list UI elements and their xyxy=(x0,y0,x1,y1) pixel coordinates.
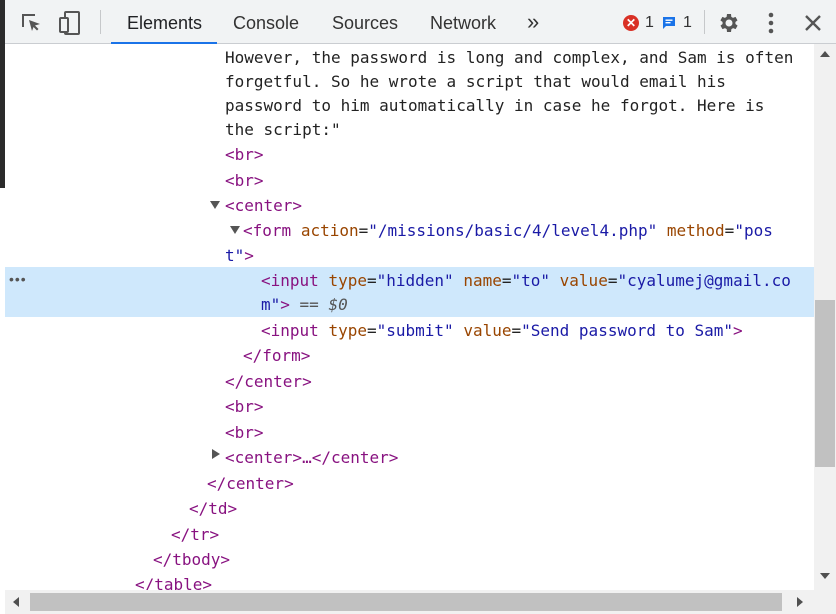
name-attr: name xyxy=(463,271,502,290)
type-attr: type xyxy=(328,321,367,340)
error-count: 1 xyxy=(645,14,654,31)
scroll-right-arrow-icon[interactable] xyxy=(797,597,803,607)
table-close-node[interactable]: </table> xyxy=(135,572,814,590)
close-icon[interactable] xyxy=(800,10,826,36)
tbody-close-node[interactable]: </tbody> xyxy=(153,547,814,572)
action-value: "/missions/basic/4/level4.php" xyxy=(368,221,658,240)
method-value: "pos xyxy=(734,221,773,240)
more-tabs-button[interactable]: » xyxy=(527,0,539,43)
error-counter[interactable]: ✕ 1 xyxy=(623,13,654,33)
value-attr: value xyxy=(463,321,512,340)
value-attr: value xyxy=(559,271,608,290)
text-node-line: forgetful. So he wrote a script that wou… xyxy=(225,72,726,91)
br-node[interactable]: <br> xyxy=(225,394,814,419)
method-value-cont: t" xyxy=(225,246,245,265)
input-hidden-node-wrap[interactable]: m"> == $0 xyxy=(261,292,814,317)
settings-gear-icon[interactable] xyxy=(716,10,742,36)
message-icon xyxy=(663,17,675,29)
submit-value: "Send password to Sam" xyxy=(521,321,734,340)
tag-end: > xyxy=(733,321,743,340)
collapse-arrow-icon[interactable] xyxy=(212,449,220,459)
br-node[interactable]: <br> xyxy=(225,142,814,167)
td-close-node[interactable]: </td> xyxy=(189,496,814,521)
tab-console[interactable]: Console xyxy=(233,0,299,43)
tr-close-node[interactable]: </tr> xyxy=(171,522,814,547)
devtools-toolbar: Elements Console Sources Network » ✕ 1 1 xyxy=(5,0,836,44)
node-actions-dots[interactable]: ••• xyxy=(9,271,27,287)
form-tag: <form xyxy=(243,221,292,240)
action-attr: action xyxy=(300,221,359,240)
text-node-line: However, the password is long and comple… xyxy=(225,48,794,67)
form-node-wrap[interactable]: t"> xyxy=(225,243,814,268)
device-toolbar-icon[interactable] xyxy=(57,10,83,36)
text-node-line: the script:" xyxy=(225,120,341,139)
center-close-node[interactable]: </center> xyxy=(207,471,814,496)
horizontal-scrollbar-thumb[interactable] xyxy=(30,593,782,611)
tab-sources[interactable]: Sources xyxy=(332,0,398,43)
type-value: "submit" xyxy=(376,321,454,340)
center-node[interactable]: <center> xyxy=(225,193,814,218)
toolbar-separator xyxy=(100,10,101,34)
method-attr: method xyxy=(666,221,725,240)
scroll-left-arrow-icon[interactable] xyxy=(13,597,19,607)
error-icon: ✕ xyxy=(623,15,639,31)
br-node[interactable]: <br> xyxy=(225,420,814,445)
tab-elements[interactable]: Elements xyxy=(111,0,217,44)
collapsed-center-node[interactable]: <center>…</center> xyxy=(225,445,814,470)
type-attr: type xyxy=(328,271,367,290)
tab-network[interactable]: Network xyxy=(430,0,496,43)
input-tag: <input xyxy=(261,321,319,340)
tag-end: > xyxy=(280,295,290,314)
text-node-line: password to him automatically in case he… xyxy=(225,96,765,115)
selected-marker: == $0 xyxy=(299,295,348,314)
scroll-down-arrow-icon[interactable] xyxy=(820,573,830,579)
input-hidden-node[interactable]: <input type="hidden" name="to" value="cy… xyxy=(261,268,814,293)
more-options-icon[interactable] xyxy=(758,10,784,36)
value-value: "cyalumej@gmail.co xyxy=(617,271,791,290)
form-close-node[interactable]: </form> xyxy=(243,343,814,368)
scroll-up-arrow-icon[interactable] xyxy=(820,51,830,57)
tag-end: > xyxy=(244,246,254,265)
inspect-element-icon[interactable] xyxy=(18,10,44,36)
toolbar-separator xyxy=(704,10,705,34)
expand-arrow-icon[interactable] xyxy=(210,201,220,209)
input-tag: <input xyxy=(261,271,319,290)
expand-arrow-icon[interactable] xyxy=(230,226,240,234)
center-close-node[interactable]: </center> xyxy=(225,369,814,394)
type-value: "hidden" xyxy=(376,271,454,290)
message-count: 1 xyxy=(683,14,692,31)
vertical-scrollbar-thumb[interactable] xyxy=(815,300,835,467)
message-counter[interactable]: 1 xyxy=(661,13,692,33)
elements-tree[interactable]: ••• However, the password is long and co… xyxy=(5,44,814,590)
value-value-cont: m" xyxy=(261,295,281,314)
br-node[interactable]: <br> xyxy=(225,168,814,193)
name-value: "to" xyxy=(511,271,551,290)
form-node[interactable]: <form action="/missions/basic/4/level4.p… xyxy=(243,218,814,243)
input-submit-node[interactable]: <input type="submit" value="Send passwor… xyxy=(261,318,814,343)
